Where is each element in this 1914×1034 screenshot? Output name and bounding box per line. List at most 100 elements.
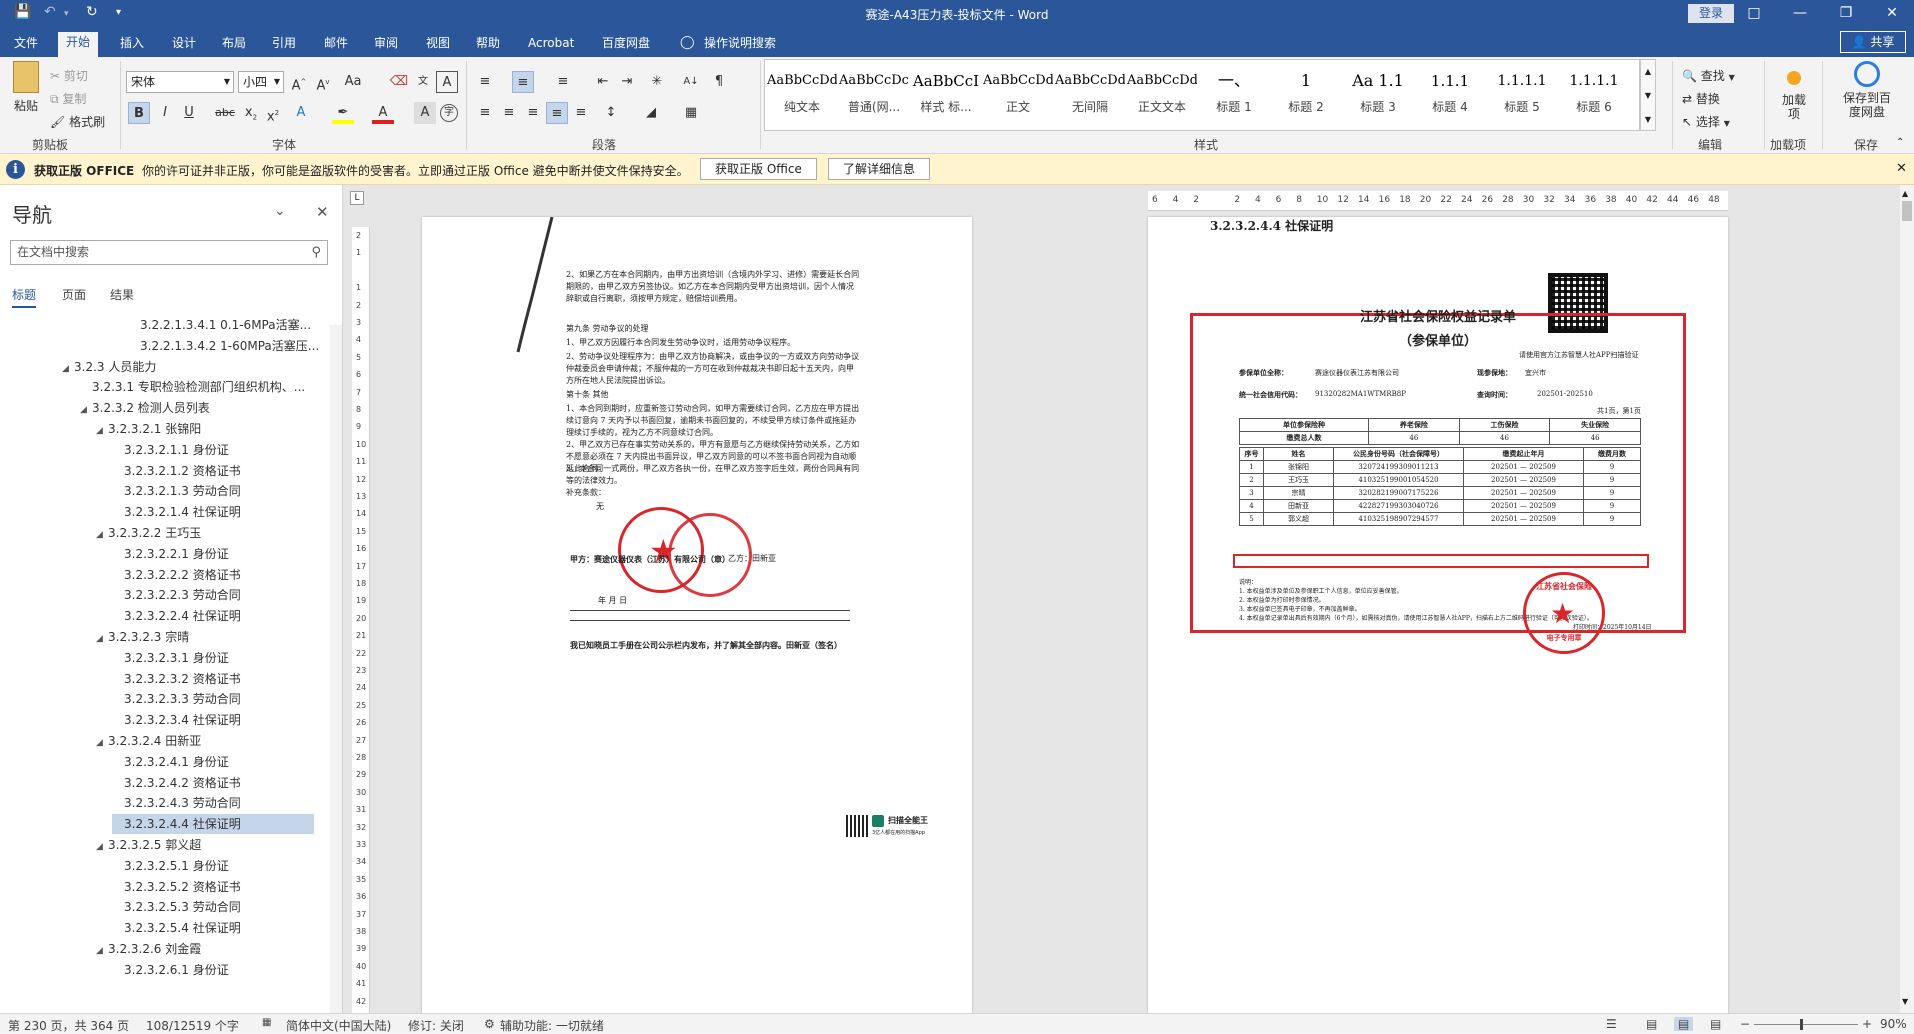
- nav-tree-item[interactable]: ◢ 3.2.3.2.5 郭义超: [96, 835, 201, 855]
- increase-indent-icon[interactable]: ⇥: [616, 71, 638, 93]
- clear-formatting-icon[interactable]: ⌫: [388, 71, 410, 93]
- nav-tree-item[interactable]: ◢ 3.2.3 人员能力: [62, 357, 156, 377]
- read-mode-icon[interactable]: ▤: [1646, 1017, 1657, 1031]
- nav-tree-item[interactable]: 3.2.3.1 专职检验检测部门组织机构、...: [80, 377, 305, 397]
- expanded-triangle-icon[interactable]: ◢: [62, 359, 74, 379]
- shading-icon[interactable]: ◢: [640, 102, 662, 124]
- bold-icon[interactable]: B: [128, 102, 150, 124]
- left-pane-scrollbar[interactable]: [974, 185, 988, 1013]
- nav-tree-item[interactable]: 3.2.3.2.4.3 劳动合同: [112, 793, 241, 813]
- chevron-down-icon[interactable]: ▼: [1902, 997, 1908, 1006]
- tab-file[interactable]: 文件: [6, 33, 46, 55]
- underline-icon[interactable]: U: [178, 102, 200, 124]
- expanded-triangle-icon[interactable]: ◢: [96, 837, 108, 857]
- nav-tree-item[interactable]: 3.2.3.2.1.2 资格证书: [112, 461, 241, 481]
- tab-mailings[interactable]: 邮件: [316, 33, 356, 55]
- nav-tree-item[interactable]: 3.2.3.2.5.2 资格证书: [112, 877, 241, 897]
- right-pane-scrollbar[interactable]: ▲ ▼: [1900, 185, 1914, 1013]
- nav-tree-item[interactable]: 3.2.3.2.3.1 身份证: [112, 648, 229, 668]
- tab-review[interactable]: 审阅: [366, 33, 406, 55]
- grow-font-icon[interactable]: A^: [288, 71, 310, 93]
- get-genuine-office-button[interactable]: 获取正版 Office: [700, 158, 817, 180]
- nav-tab-results[interactable]: 结果: [110, 286, 134, 303]
- bullets-icon[interactable]: ≡: [474, 71, 496, 93]
- style-heading-1[interactable]: 一、 标题 1: [1199, 66, 1269, 128]
- expanded-triangle-icon[interactable]: ◢: [96, 421, 108, 441]
- enclose-characters-icon[interactable]: 字: [440, 104, 458, 122]
- zoom-in-icon[interactable]: +: [1862, 1017, 1872, 1031]
- strikethrough-icon[interactable]: abc: [214, 102, 236, 124]
- close-icon[interactable]: ✕: [316, 203, 329, 221]
- nav-tree-item[interactable]: ◢ 3.2.3.2 检测人员列表: [80, 398, 210, 418]
- nav-tree-item[interactable]: ◢ 3.2.3.2.4 田新亚: [96, 731, 201, 751]
- expanded-triangle-icon[interactable]: ◢: [80, 400, 92, 420]
- tab-home[interactable]: 开始: [58, 32, 99, 57]
- tab-acrobat[interactable]: Acrobat: [520, 33, 582, 55]
- nav-tree-item[interactable]: ◢ 3.2.3.2.3 宗晴: [96, 627, 189, 647]
- align-center-icon[interactable]: ≡: [498, 102, 520, 124]
- chevron-down-icon[interactable]: ⌄: [274, 203, 286, 219]
- ribbon-display-options-icon[interactable]: □: [1734, 2, 1774, 24]
- nav-tree-item[interactable]: ◢ 3.2.3.2.6 刘金霞: [96, 939, 201, 959]
- line-spacing-icon[interactable]: ↕: [600, 102, 622, 124]
- track-changes-indicator[interactable]: 修订: 关闭: [408, 1017, 464, 1034]
- accessibility-status[interactable]: 辅助功能: 一切就绪: [500, 1017, 604, 1034]
- paste-button[interactable]: 粘贴: [8, 61, 44, 114]
- character-shading-icon[interactable]: A: [414, 102, 436, 124]
- focus-mode-icon[interactable]: ☰: [1606, 1017, 1617, 1031]
- word-count[interactable]: 108/12519 个字: [146, 1017, 239, 1034]
- style-heading-2[interactable]: 1 标题 2: [1271, 66, 1341, 128]
- nav-tree-item[interactable]: 3.2.3.2.3.2 资格证书: [112, 669, 241, 689]
- nav-tree-item[interactable]: 3.2.3.2.3.4 社保证明: [112, 710, 241, 730]
- horizontal-ruler[interactable]: 6 4 2 2 4 6 8 10 12 14 16 18 20 22 24 26 28 30 32 34 36 38 40 4…: [1148, 191, 1728, 211]
- expanded-triangle-icon[interactable]: ◢: [96, 941, 108, 961]
- expanded-triangle-icon[interactable]: ◢: [96, 629, 108, 649]
- language-indicator[interactable]: 简体中文(中国大陆): [286, 1017, 391, 1034]
- asian-layout-icon[interactable]: ✳: [646, 71, 668, 93]
- show-marks-icon[interactable]: ¶: [708, 71, 730, 93]
- scrollbar-thumb[interactable]: [1902, 201, 1912, 221]
- style-body-text[interactable]: AaBbCcDdI 正文文本: [1127, 66, 1197, 128]
- tell-me-search[interactable]: 操作说明搜索: [696, 33, 784, 55]
- nav-tree-item[interactable]: 3.2.3.2.5.3 劳动合同: [112, 897, 241, 917]
- minimize-icon[interactable]: —: [1780, 2, 1820, 24]
- zoom-out-icon[interactable]: −: [1740, 1017, 1750, 1031]
- change-case-icon[interactable]: Aa: [342, 71, 364, 93]
- learn-more-button[interactable]: 了解详细信息: [828, 158, 931, 180]
- font-size-select[interactable]: 小四 ▼: [238, 71, 284, 93]
- zoom-level[interactable]: 90%: [1880, 1017, 1907, 1031]
- style-normal-web[interactable]: AaBbCcDc 普通(网...: [839, 66, 909, 128]
- borders-icon[interactable]: ▦: [680, 102, 702, 124]
- vertical-ruler[interactable]: 2 1 1 2 3 4 5 6 7 8 9 10 11 12 13 14 15 16 17 18 19 20 21 22 23 2…: [352, 227, 370, 1013]
- nav-tree-item[interactable]: ◢ 3.2.3.2.2 王巧玉: [96, 523, 201, 543]
- collapse-ribbon-icon[interactable]: ⌃: [1896, 137, 1904, 148]
- nav-tree-item[interactable]: 3.2.3.2.6.1 身份证: [112, 960, 229, 980]
- share-button[interactable]: 👤 共享: [1840, 31, 1906, 53]
- nav-tree-item[interactable]: 3.2.3.2.4.2 资格证书: [112, 773, 241, 793]
- tab-insert[interactable]: 插入: [112, 33, 152, 55]
- find-button[interactable]: 🔍 查找 ▼: [1682, 67, 1735, 84]
- style-heading-4[interactable]: 1.1.1 标题 4: [1415, 66, 1485, 128]
- phonetic-guide-icon[interactable]: 文: [412, 71, 434, 93]
- cut-button[interactable]: ✂ 剪切: [50, 67, 88, 84]
- style-no-spacing[interactable]: AaBbCcDdI 无间隔: [1055, 66, 1125, 128]
- tab-design[interactable]: 设计: [164, 33, 204, 55]
- replace-button[interactable]: ⇄ 替换: [1682, 90, 1720, 107]
- nav-scrollbar[interactable]: [330, 325, 342, 1013]
- expanded-triangle-icon[interactable]: ◢: [96, 733, 108, 753]
- nav-tree-item[interactable]: 3.2.3.2.5.1 身份证: [112, 856, 229, 876]
- select-button[interactable]: ↖ 选择 ▼: [1682, 113, 1730, 130]
- nav-tab-pages[interactable]: 页面: [62, 286, 86, 303]
- nav-tree-item[interactable]: ◢ 3.2.3.2.1 张锦阳: [96, 419, 201, 439]
- nav-tree-item[interactable]: 3.2.2.1.3.4.2 1-60MPa活塞压...: [128, 336, 319, 356]
- tab-view[interactable]: 视图: [418, 33, 458, 55]
- print-layout-icon[interactable]: ▤: [1674, 1017, 1694, 1031]
- text-effects-icon[interactable]: A: [290, 102, 312, 124]
- zoom-slider-thumb[interactable]: [1800, 1019, 1803, 1030]
- style-heading-6[interactable]: 1.1.1.1 标题 6: [1559, 66, 1629, 128]
- nav-tree-item[interactable]: 3.2.3.2.1.3 劳动合同: [112, 481, 241, 501]
- load-addins-button[interactable]: 加载项: [1770, 63, 1818, 121]
- login-button[interactable]: 登录: [1688, 4, 1734, 23]
- nav-tree-item[interactable]: 3.2.3.2.5.4 社保证明: [112, 918, 241, 938]
- nav-tree-item[interactable]: 3.2.3.2.2.3 劳动合同: [112, 585, 241, 605]
